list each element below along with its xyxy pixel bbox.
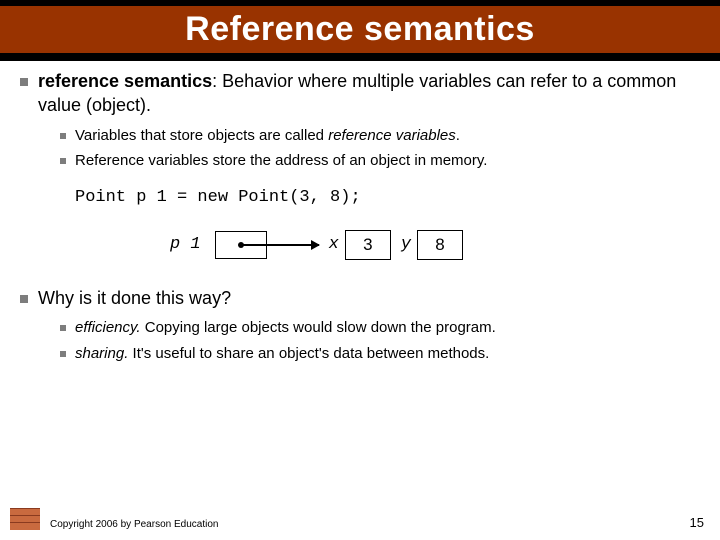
slide-title: Reference semantics	[0, 10, 720, 49]
arrow-icon	[243, 244, 319, 246]
field-y-value: 8	[417, 230, 463, 260]
bullet-intro: reference semantics: Behavior where mult…	[20, 69, 700, 118]
sub2b-rest: It's useful to share an object's data be…	[128, 345, 489, 362]
slide-footer: Copyright 2006 by Pearson Education 15	[0, 508, 720, 530]
object-box: x 3 y 8	[325, 230, 463, 260]
code-snippet: Point p 1 = new Point(3, 8);	[75, 187, 700, 210]
square-bullet-icon	[60, 351, 66, 357]
intro-term: reference semantics	[38, 71, 212, 91]
bullet-question: Why is it done this way?	[20, 286, 700, 310]
slide-body: reference semantics: Behavior where mult…	[0, 61, 720, 364]
sub1a-pre: Variables that store objects are called	[75, 127, 328, 144]
sub-bullet-1b: Reference variables store the address of…	[60, 151, 700, 171]
sub-bullet-2a: efficiency. Copying large objects would …	[60, 318, 700, 338]
field-x-label: x	[329, 234, 339, 257]
sub2a-em: efficiency.	[75, 319, 141, 336]
intro-text: reference semantics: Behavior where mult…	[38, 69, 700, 118]
sub-bullets-2: efficiency. Copying large objects would …	[60, 318, 700, 364]
page-number: 15	[690, 515, 704, 530]
square-bullet-icon	[60, 325, 66, 331]
square-bullet-icon	[60, 133, 66, 139]
field-x-value: 3	[345, 230, 391, 260]
sub-bullet-1a: Variables that store objects are called …	[60, 126, 700, 146]
variable-label: p 1	[170, 234, 201, 257]
sub2a-text: efficiency. Copying large objects would …	[75, 318, 700, 338]
sub2a-rest: Copying large objects would slow down th…	[141, 319, 496, 336]
question-text: Why is it done this way?	[38, 286, 700, 310]
sub-bullets-1: Variables that store objects are called …	[60, 126, 700, 172]
title-inner: Reference semantics	[0, 6, 720, 53]
field-y-label: y	[401, 234, 411, 257]
sub1a-post: .	[456, 127, 460, 144]
sub1b-text: Reference variables store the address of…	[75, 151, 700, 171]
title-bar: Reference semantics	[0, 0, 720, 61]
sub2b-text: sharing. It's useful to share an object'…	[75, 344, 700, 364]
sub-1a-text: Variables that store objects are called …	[75, 126, 700, 146]
pointer-diagram: p 1 x 3 y 8	[20, 230, 700, 260]
square-bullet-icon	[20, 78, 28, 86]
square-bullet-icon	[60, 158, 66, 164]
square-bullet-icon	[20, 295, 28, 303]
brick-icon	[10, 508, 40, 530]
sub-bullet-2b: sharing. It's useful to share an object'…	[60, 344, 700, 364]
sub2b-em: sharing.	[75, 345, 128, 362]
copyright-text: Copyright 2006 by Pearson Education	[50, 519, 690, 530]
sub1a-em: reference variables	[328, 127, 456, 144]
